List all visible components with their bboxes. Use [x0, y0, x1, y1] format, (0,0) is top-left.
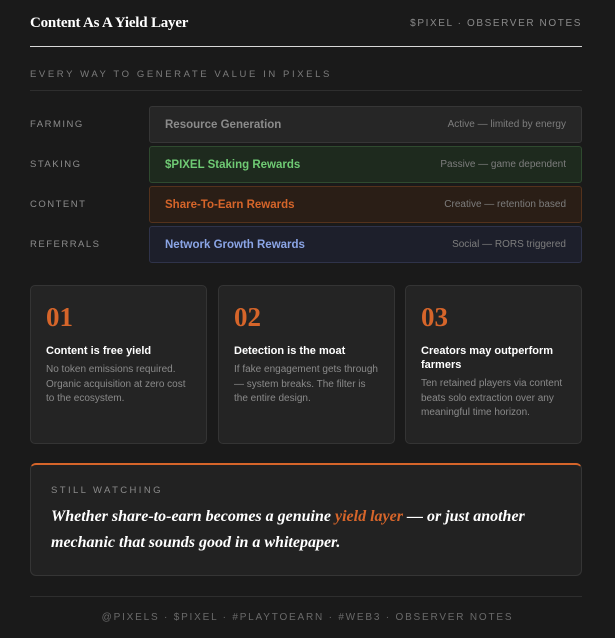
card-number: 01 — [46, 302, 73, 332]
footer-divider — [30, 596, 582, 597]
yield-row-farming: FARMING Resource Generation Active — lim… — [30, 106, 582, 143]
row-desc: Creative — retention based — [444, 199, 566, 210]
yield-box-staking: $PIXEL Staking Rewards Passive — game de… — [149, 146, 582, 183]
row-desc: Active — limited by energy — [447, 119, 566, 130]
insight-card-3: 03 Creators may outperform farmers Ten r… — [405, 285, 582, 444]
quote-highlight: yield layer — [335, 508, 403, 525]
section-divider — [30, 90, 582, 91]
yield-row-content: CONTENT Share-To-Earn Rewards Creative —… — [30, 186, 582, 223]
row-name: Resource Generation — [165, 118, 282, 131]
header: Content As A Yield Layer $PIXEL · OBSERV… — [30, 0, 582, 47]
row-desc: Social — RORS triggered — [452, 239, 566, 250]
row-label: STAKING — [30, 159, 82, 170]
card-number: 02 — [234, 302, 261, 332]
quote-text-before: Whether share-to-earn becomes a genuine — [51, 508, 335, 525]
section-label: EVERY WAY TO GENERATE VALUE IN PIXELS — [30, 69, 332, 80]
row-label: FARMING — [30, 119, 84, 130]
yield-box-farming: Resource Generation Active — limited by … — [149, 106, 582, 143]
yield-box-referrals: Network Growth Rewards Social — RORS tri… — [149, 226, 582, 263]
card-title: Detection is the moat — [234, 345, 346, 357]
insight-card-2: 02 Detection is the moat If fake engagem… — [218, 285, 395, 444]
header-meta: $PIXEL · OBSERVER NOTES — [410, 17, 582, 29]
yield-row-referrals: REFERRALS Network Growth Rewards Social … — [30, 226, 582, 263]
card-text: If fake engagement gets through — system… — [234, 364, 378, 404]
row-name: Network Growth Rewards — [165, 238, 305, 251]
row-label: REFERRALS — [30, 239, 101, 250]
card-text: Ten retained players via content beats s… — [421, 378, 563, 418]
card-title: Content is free yield — [46, 345, 152, 357]
row-name: Share-To-Earn Rewards — [165, 198, 295, 211]
yield-box-content: Share-To-Earn Rewards Creative — retenti… — [149, 186, 582, 223]
card-title: Creators may outperform farmers — [421, 345, 554, 371]
card-number: 03 — [421, 302, 448, 332]
quote-box: STILL WATCHING Whether share-to-earn bec… — [30, 463, 582, 576]
yield-row-staking: STAKING $PIXEL Staking Rewards Passive —… — [30, 146, 582, 183]
footer-tags: @PIXELS · $PIXEL · #PLAYTOEARN · #WEB3 ·… — [101, 612, 514, 623]
row-desc: Passive — game dependent — [440, 159, 566, 170]
row-name: $PIXEL Staking Rewards — [165, 158, 301, 171]
quote-text: Whether share-to-earn becomes a genuine … — [51, 504, 561, 556]
row-label: CONTENT — [30, 199, 87, 210]
page-title: Content As A Yield Layer — [30, 14, 189, 31]
quote-label: STILL WATCHING — [51, 485, 163, 496]
card-text: No token emissions required. Organic acq… — [46, 364, 186, 404]
insight-card-1: 01 Content is free yield No token emissi… — [30, 285, 207, 444]
